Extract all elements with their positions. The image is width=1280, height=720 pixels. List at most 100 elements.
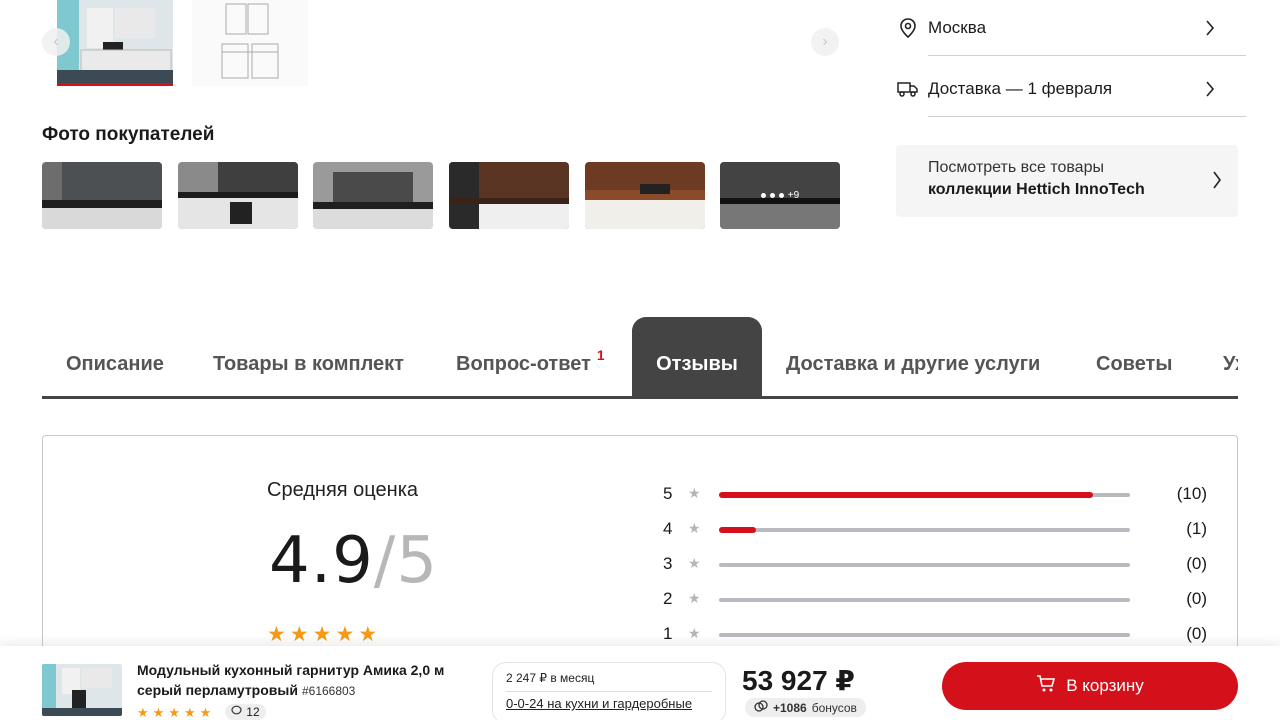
qa-count-badge: 1 — [596, 346, 605, 363]
tab-label: Советы — [1096, 353, 1173, 375]
buyer-photos-strip: +9 — [42, 162, 840, 229]
rating-count: (1) — [1186, 519, 1207, 538]
dot-icon — [760, 193, 766, 198]
installment-monthly: 2 247 ₽ в месяц — [506, 671, 712, 692]
kitchen-photo-image — [42, 664, 122, 716]
dot-icon — [769, 193, 775, 198]
buyer-photo-image — [585, 162, 705, 229]
product-name: Модульный кухонный гарнитур Амика 2,0 м … — [137, 660, 477, 701]
bonus-badge: +1086 бонусов — [745, 698, 866, 717]
rating-star-number: 2 — [663, 589, 673, 608]
rating-bar-fill — [719, 527, 756, 533]
tab-label: Товары в комплект — [213, 353, 404, 375]
star-icon: ★ — [688, 485, 701, 501]
tab-care[interactable]: Уход — [1199, 317, 1238, 396]
star-icon: ★ — [289, 623, 309, 646]
gallery-prev-button[interactable]: ‹ — [42, 28, 70, 56]
divider — [928, 116, 1246, 117]
divider — [928, 55, 1246, 56]
star-icon: ★ — [152, 704, 165, 720]
installment-terms-link[interactable]: 0-0-24 на кухни и гардеробные — [506, 696, 712, 711]
tab-reviews[interactable]: Отзывы — [632, 317, 762, 396]
average-rating-number: 4.9 — [269, 524, 374, 598]
buyer-photo-image — [178, 162, 298, 229]
star-icon: ★ — [688, 625, 701, 641]
product-price: 53 927 ₽ — [742, 665, 855, 696]
star-icon: ★ — [199, 704, 212, 720]
star-icon: ★ — [688, 590, 701, 606]
chevron-right-icon — [1212, 171, 1222, 194]
add-to-cart-button[interactable]: В корзину — [942, 662, 1238, 710]
collection-line2: коллекции Hettich InnoTech — [928, 181, 1145, 198]
product-thumbnail[interactable] — [42, 664, 122, 716]
chevron-right-icon — [1200, 81, 1220, 97]
star-icon: ★ — [137, 704, 149, 720]
tab-label: Отзывы — [656, 353, 738, 375]
average-rating-max: /5 — [373, 524, 439, 598]
rating-row[interactable]: 4 ★ (1) — [663, 519, 1207, 539]
installment-offer[interactable]: 2 247 ₽ в месяц 0-0-24 на кухни и гардер… — [492, 662, 726, 720]
buyer-photo[interactable] — [178, 162, 298, 229]
product-title: Модульный кухонный гарнитур Амика 2,0 м … — [137, 662, 445, 698]
buyer-photo[interactable] — [585, 162, 705, 229]
buyer-photo-more[interactable]: +9 — [720, 162, 840, 229]
review-count-badge[interactable]: 12 — [225, 704, 266, 720]
star-icon: ★ — [183, 704, 196, 720]
average-rating-label: Средняя оценка — [267, 479, 419, 501]
rating-bar — [719, 633, 1130, 637]
rating-row[interactable]: 5 ★ (10) — [663, 484, 1207, 504]
rating-bar — [719, 492, 1130, 498]
gallery-thumb-photo[interactable] — [57, 0, 173, 86]
gallery-next-button[interactable]: › — [811, 28, 839, 56]
collection-line1: Посмотреть все товары — [928, 159, 1104, 176]
star-icon: ★ — [267, 623, 286, 646]
cart-icon — [1036, 674, 1056, 698]
tab-label: Описание — [66, 353, 164, 375]
bonus-icon — [754, 699, 768, 716]
tab-label: Уход — [1223, 353, 1238, 375]
city-selector[interactable]: Москва — [896, 0, 1246, 56]
comment-icon — [231, 705, 242, 719]
delivery-selector[interactable]: Доставка — 1 февраля — [896, 61, 1246, 117]
active-thumb-indicator — [57, 83, 173, 86]
buyer-photo-image — [42, 162, 162, 229]
rating-bar-fill — [719, 492, 1093, 498]
tab-label: Вопрос-ответ — [456, 353, 591, 375]
kitchen-drawing-image — [192, 0, 308, 86]
rating-count: (0) — [1186, 624, 1207, 643]
rating-row[interactable]: 1 ★ (0) — [663, 624, 1207, 644]
tab-qa[interactable]: Вопрос-ответ 1 — [432, 317, 629, 396]
rating-count: (0) — [1186, 554, 1207, 573]
product-sku: #6166803 — [301, 684, 356, 698]
product-gallery: ‹ › — [42, 0, 842, 90]
star-icon: ★ — [312, 623, 332, 646]
chevron-left-icon: ‹ — [53, 33, 59, 50]
more-photos-overlay: +9 — [720, 162, 840, 229]
rating-star-number: 5 — [663, 484, 673, 503]
star-icon: ★ — [168, 704, 180, 720]
tab-tips[interactable]: Советы — [1072, 317, 1196, 396]
gallery-thumb-drawing[interactable] — [192, 0, 308, 86]
rating-bar — [719, 527, 1130, 533]
product-tabs: Описание Товары в комплект Вопрос-ответ … — [42, 317, 1238, 399]
buyer-photo-image — [313, 162, 433, 229]
buyer-photo[interactable] — [42, 162, 162, 229]
tab-delivery[interactable]: Доставка и другие услуги — [762, 317, 1064, 396]
buyer-photo[interactable] — [449, 162, 569, 229]
rating-star-number: 1 — [663, 624, 673, 643]
rating-row[interactable]: 2 ★ (0) — [663, 589, 1207, 609]
collection-link[interactable]: Посмотреть все товары коллекции Hettich … — [896, 145, 1238, 217]
tab-description[interactable]: Описание — [42, 317, 188, 396]
city-label: Москва — [928, 18, 987, 37]
rating-star-number: 4 — [663, 519, 673, 538]
rating-row[interactable]: 3 ★ (0) — [663, 554, 1207, 574]
dot-icon — [778, 193, 784, 198]
star-icon: ★ — [358, 623, 378, 646]
bonus-amount: +1086 — [773, 700, 807, 715]
kitchen-photo-image — [57, 0, 173, 86]
average-rating-stars: ★ ★ ★ ★ ★ — [267, 624, 377, 645]
tab-set-items[interactable]: Товары в комплект — [189, 317, 428, 396]
rating-star-number: 3 — [663, 554, 673, 573]
add-to-cart-label: В корзину — [1066, 676, 1144, 695]
buyer-photo[interactable] — [313, 162, 433, 229]
